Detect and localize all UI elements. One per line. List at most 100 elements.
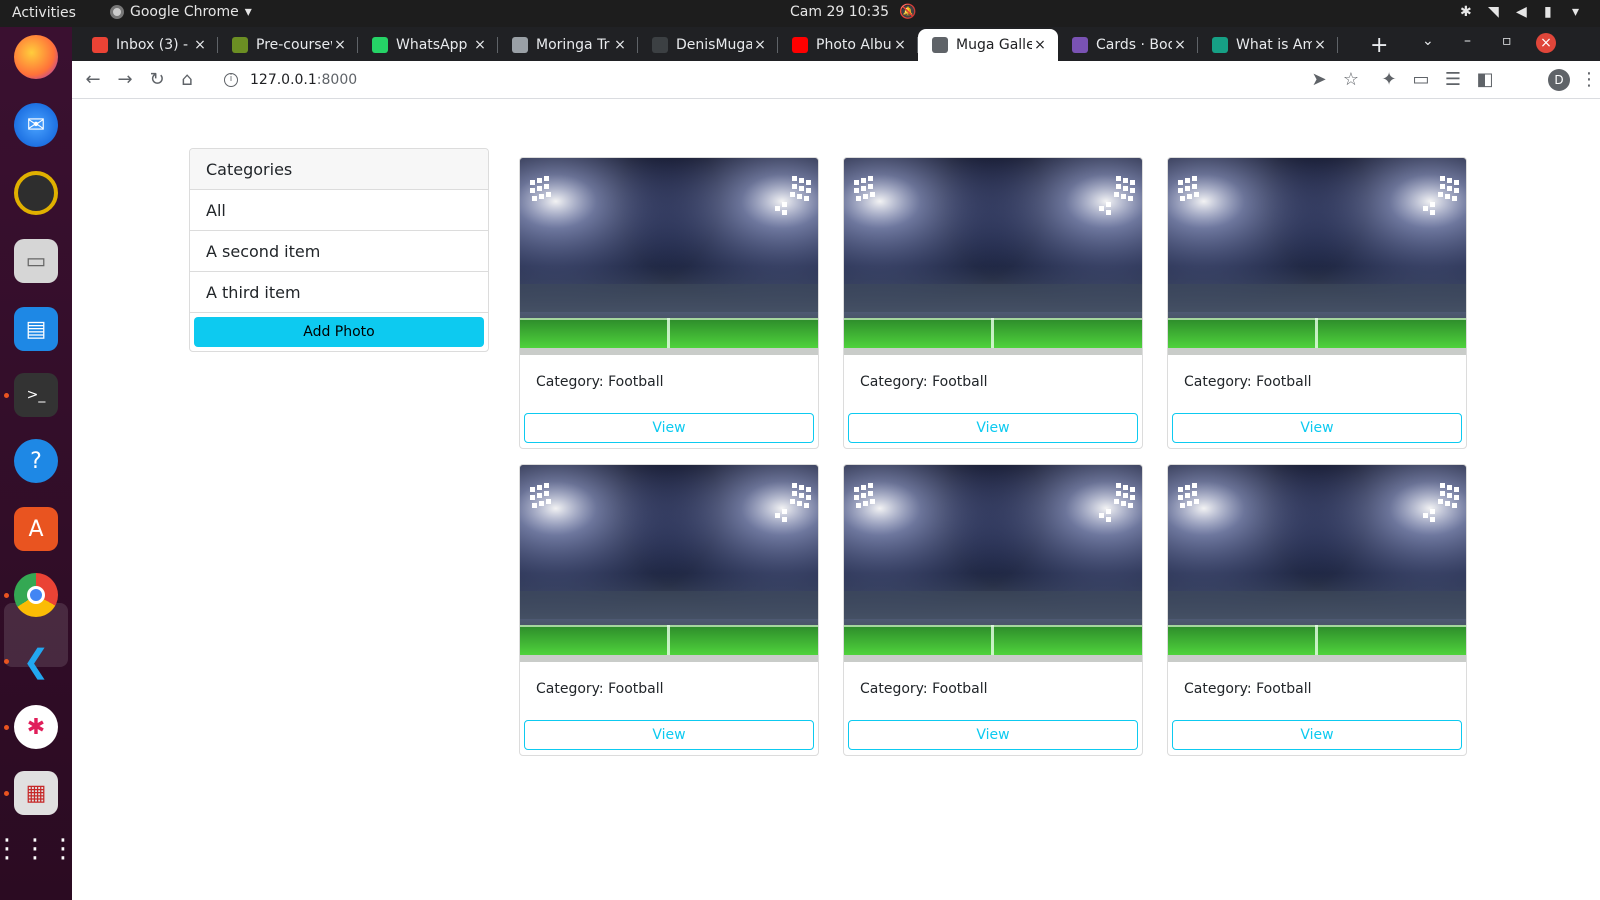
close-tab-icon[interactable]: × (192, 37, 208, 53)
tab-favicon-icon (1212, 37, 1228, 53)
browser-tab[interactable]: Muga Galle × (918, 29, 1058, 61)
battery-icon[interactable]: ▮ (1544, 4, 1558, 20)
view-photo-button[interactable]: View (848, 413, 1138, 443)
view-photo-button[interactable]: View (1172, 413, 1462, 443)
system-tray[interactable]: ✱ ◥ ◀ ▮ ▾ (1460, 4, 1586, 20)
bookmark-star-icon[interactable]: ☆ (1340, 69, 1362, 91)
photo-image (1168, 465, 1466, 662)
close-tab-icon[interactable]: × (1032, 37, 1048, 53)
address-bar[interactable]: i 127.0.0.1:8000 (212, 65, 1302, 95)
extensions-icon[interactable]: ✦ (1378, 69, 1400, 91)
cast-icon[interactable]: ▭ (1410, 69, 1432, 91)
browser-tab[interactable]: Pre-coursew× (218, 29, 358, 61)
slack-icon[interactable]: ✱ (14, 705, 58, 749)
tab-favicon-icon (92, 37, 108, 53)
browser-tab[interactable]: What is Am × (1198, 29, 1338, 61)
tab-search-icon[interactable]: ⌄ (1422, 33, 1434, 49)
document-viewer-icon[interactable]: ▦ (14, 771, 58, 815)
photo-image (844, 158, 1142, 355)
slack-tray-icon[interactable]: ✱ (1460, 4, 1474, 20)
photo-card: Category: Football View (1167, 157, 1467, 449)
browser-tab[interactable]: Inbox (3) - d× (78, 29, 218, 61)
photo-card: Category: Football View (519, 157, 819, 449)
help-icon[interactable]: ? (14, 439, 58, 483)
tab-title: Inbox (3) - d (116, 37, 192, 53)
app-menu[interactable]: Google Chrome ▾ (110, 4, 252, 20)
back-arrow-icon[interactable]: ← (82, 69, 104, 91)
thunderbird-icon[interactable]: ✉ (14, 103, 58, 147)
home-icon[interactable]: ⌂ (176, 69, 198, 91)
writer-icon[interactable]: ▤ (14, 307, 58, 351)
profile-avatar[interactable]: D (1548, 69, 1570, 91)
close-tab-icon[interactable]: × (892, 37, 908, 53)
activities-button[interactable]: Activities (12, 5, 76, 21)
power-menu-icon[interactable]: ▾ (1572, 4, 1586, 20)
vscode-icon[interactable]: ❮ (14, 639, 58, 683)
close-tab-icon[interactable]: × (332, 37, 348, 53)
firefox-icon[interactable] (14, 35, 58, 79)
tab-title: What is Am (1236, 37, 1312, 53)
close-tab-icon[interactable]: × (1312, 37, 1328, 53)
browser-tab[interactable]: DenisMuga × (638, 29, 778, 61)
view-photo-button[interactable]: View (1172, 720, 1462, 750)
volume-icon[interactable]: ◀ (1516, 4, 1530, 20)
photo-image (1168, 158, 1466, 355)
reload-icon[interactable]: ↻ (146, 69, 168, 91)
wifi-icon[interactable]: ◥ (1488, 4, 1502, 20)
browser-tab[interactable]: WhatsApp × (358, 29, 498, 61)
send-icon[interactable]: ➤ (1308, 69, 1330, 91)
files-icon[interactable]: ▭ (14, 239, 58, 283)
running-indicator (4, 791, 9, 796)
running-indicator (4, 725, 9, 730)
photo-card: Category: Football View (1167, 464, 1467, 756)
site-info-icon[interactable]: i (224, 73, 238, 87)
close-window-button[interactable]: × (1536, 33, 1556, 53)
more-menu-icon[interactable]: ⋮ (1578, 69, 1600, 91)
add-photo-button[interactable]: Add Photo (194, 317, 484, 347)
forward-arrow-icon[interactable]: → (114, 69, 136, 91)
clock[interactable]: Cam 29 10:35 🔕 (790, 4, 917, 20)
tab-favicon-icon (512, 37, 528, 53)
browser-tab[interactable]: Photo Albu × (778, 29, 918, 61)
software-center-icon[interactable]: A (14, 507, 58, 551)
maximize-button[interactable]: ▫ (1502, 33, 1512, 49)
tab-title: WhatsApp (396, 37, 468, 53)
chrome-icon[interactable] (14, 573, 58, 617)
photo-card: Category: Football View (843, 464, 1143, 756)
close-tab-icon[interactable]: × (752, 37, 768, 53)
close-tab-icon[interactable]: × (1172, 37, 1188, 53)
category-item-second[interactable]: A second item (190, 231, 488, 272)
photo-category-label: Category: Football (536, 374, 664, 390)
reading-list-icon[interactable]: ☰ (1442, 69, 1464, 91)
minimize-button[interactable]: – (1464, 33, 1471, 49)
photo-card: Category: Football View (519, 464, 819, 756)
category-item-third[interactable]: A third item (190, 272, 488, 313)
browser-tab[interactable]: Cards · Boo × (1058, 29, 1198, 61)
side-panel-icon[interactable]: ◧ (1474, 69, 1496, 91)
clock-label: Cam 29 10:35 (790, 4, 890, 20)
chrome-small-icon (110, 5, 124, 19)
tab-favicon-icon (372, 37, 388, 53)
categories-panel: Categories All A second item A third ite… (189, 148, 489, 352)
browser-tab[interactable]: Moringa Tr × (498, 29, 638, 61)
rhythmbox-icon[interactable] (14, 171, 58, 215)
browser-toolbar: ← → ↻ ⌂ i 127.0.0.1:8000 ➤ ☆ ✦ ▭ ☰ ◧ D ⋮ (72, 61, 1600, 99)
show-applications-icon[interactable]: ⋮⋮⋮ (0, 827, 76, 871)
view-photo-button[interactable]: View (848, 720, 1138, 750)
close-tab-icon[interactable]: × (472, 37, 488, 53)
running-indicator (4, 393, 9, 398)
tab-favicon-icon (932, 37, 948, 53)
photo-image (844, 465, 1142, 662)
photo-card: Category: Football View (843, 157, 1143, 449)
category-item-all[interactable]: All (190, 190, 488, 231)
new-tab-button[interactable]: + (1370, 33, 1388, 58)
tab-favicon-icon (232, 37, 248, 53)
running-indicator (4, 593, 9, 598)
view-photo-button[interactable]: View (524, 720, 814, 750)
tab-strip: Inbox (3) - d×Pre-coursew×WhatsApp×Morin… (72, 27, 1600, 61)
close-tab-icon[interactable]: × (612, 37, 628, 53)
terminal-icon[interactable]: >_ (14, 373, 58, 417)
url-host: 127.0.0.1 (250, 72, 317, 88)
photo-category-label: Category: Football (1184, 374, 1312, 390)
view-photo-button[interactable]: View (524, 413, 814, 443)
